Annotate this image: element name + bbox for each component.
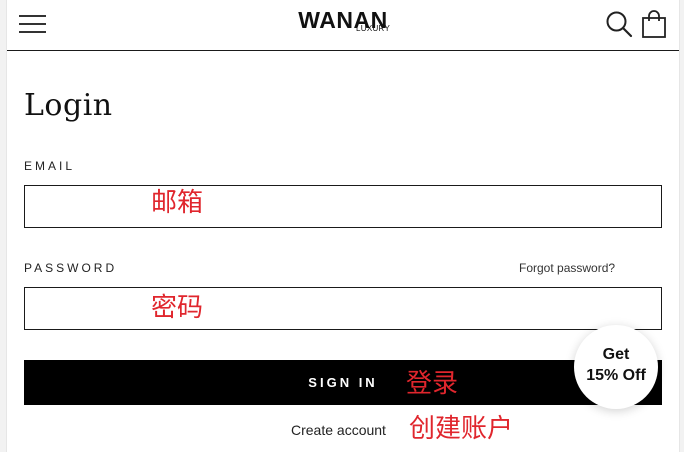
password-field[interactable] [24,287,662,330]
sign-in-annotation: 登录 [406,369,459,399]
search-icon[interactable] [605,10,633,38]
promo-line-1: Get [602,346,630,363]
email-input[interactable] [25,186,661,227]
password-label: PASSWORD [24,261,118,275]
email-label: EMAIL [24,159,76,173]
logo-wordmark: WANAN [298,7,388,33]
site-header: WANAN LUXURY [7,0,679,51]
promo-line-2: 15% Off [586,367,646,384]
sign-in-button[interactable]: SIGN IN [24,360,662,405]
page-title: Login [24,88,113,123]
email-annotation: 邮箱 [151,188,204,218]
create-account-link[interactable]: Create account [291,422,386,438]
discount-popup-button[interactable]: Get 15% Off [574,325,658,409]
password-annotation: 密码 [151,293,204,323]
sign-in-label: SIGN IN [308,375,378,390]
email-field[interactable] [24,185,662,228]
create-account-annotation: 创建账户 [409,414,514,444]
forgot-password-link[interactable]: Forgot password? [519,261,615,275]
site-logo[interactable]: WANAN [7,8,679,32]
page-frame: WANAN LUXURY Login EMAIL 邮箱 PASSWORD For… [6,0,680,452]
password-input[interactable] [25,288,661,329]
shopping-bag-icon[interactable] [641,9,669,39]
logo-tagline: LUXURY [356,24,391,33]
